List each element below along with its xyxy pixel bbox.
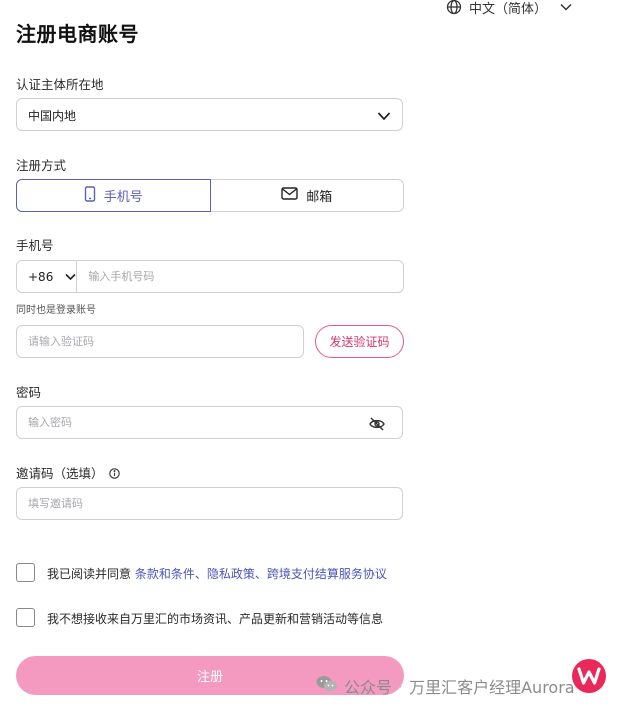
country-code-select[interactable]: +86 xyxy=(17,261,78,292)
watermark-text: 万里汇客户经理Aurora xyxy=(409,678,575,697)
eye-off-icon[interactable] xyxy=(369,416,385,435)
watermark-separator: · xyxy=(398,676,404,696)
invite-label: 邀请码（选填） xyxy=(16,466,104,481)
marketing-opt-out-text: 我不想接收来自万里汇的市场资讯、产品更新和营销活动等信息 xyxy=(47,612,384,626)
wechat-icon xyxy=(316,675,338,697)
phone-label: 手机号 xyxy=(16,238,54,253)
agreement-checkbox[interactable] xyxy=(16,563,35,582)
password-label: 密码 xyxy=(16,385,42,400)
watermark: 公众号 · 万里汇客户经理Aurora xyxy=(316,674,575,698)
agreement-text: 我已阅读并同意 条款和条件、隐私政策、跨境支付结算服务协议 xyxy=(47,565,387,582)
worldfirst-logo-icon xyxy=(571,658,607,694)
register-page: 中文（简体） 注册电商账号 认证主体所在地 中国内地 注册方式 手机号 邮箱 手… xyxy=(0,0,618,709)
invite-field xyxy=(16,487,413,520)
phone-field-group: +86 xyxy=(16,260,404,293)
region-select[interactable]: 中国内地 xyxy=(16,98,403,131)
verification-code-field xyxy=(16,325,314,358)
method-option-email-label: 邮箱 xyxy=(306,190,333,205)
phone-hint: 同时也是登录账号 xyxy=(16,305,96,316)
method-option-email[interactable]: 邮箱 xyxy=(210,179,404,212)
password-input[interactable] xyxy=(17,407,348,438)
method-segmented-control: 手机号 邮箱 xyxy=(16,179,404,212)
mail-icon xyxy=(281,187,298,204)
verification-code-input[interactable] xyxy=(17,326,314,357)
globe-icon xyxy=(446,0,462,15)
page-title: 注册电商账号 xyxy=(16,22,139,46)
region-value: 中国内地 xyxy=(28,109,77,123)
invite-label-row: 邀请码（选填） xyxy=(16,463,120,482)
language-switcher[interactable]: 中文（简体） xyxy=(446,0,572,17)
phone-input[interactable] xyxy=(77,261,403,292)
phone-icon xyxy=(84,185,96,206)
marketing-opt-out-checkbox[interactable] xyxy=(16,608,35,627)
invite-code-input[interactable] xyxy=(17,488,413,519)
chevron-down-icon xyxy=(65,270,76,284)
watermark-prefix: 公众号 xyxy=(344,678,393,697)
method-option-phone-label: 手机号 xyxy=(103,190,143,205)
password-field xyxy=(16,406,403,439)
agreement-links[interactable]: 条款和条件、隐私政策、跨境支付结算服务协议 xyxy=(135,567,387,581)
country-code-value: +86 xyxy=(28,269,54,284)
send-code-button[interactable]: 发送验证码 xyxy=(315,325,404,358)
method-option-phone[interactable]: 手机号 xyxy=(16,179,211,212)
chevron-down-icon xyxy=(560,3,572,11)
info-icon[interactable] xyxy=(108,467,120,482)
agreement-prefix: 我已阅读并同意 xyxy=(47,567,135,581)
method-label: 注册方式 xyxy=(16,158,67,173)
chevron-down-icon xyxy=(377,108,391,127)
region-label: 认证主体所在地 xyxy=(16,77,104,92)
language-label: 中文（简体） xyxy=(469,1,548,17)
